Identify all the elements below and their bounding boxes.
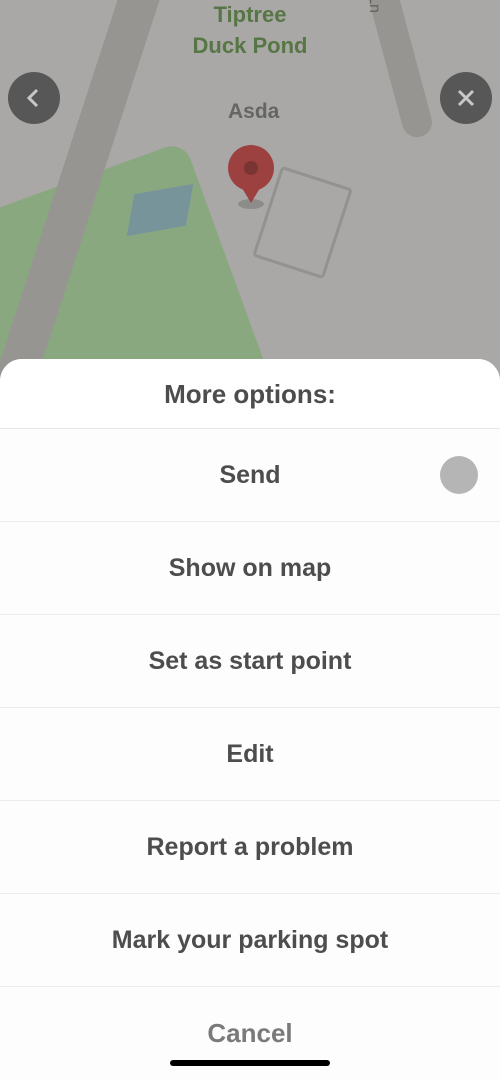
- cancel-button[interactable]: Cancel: [0, 987, 500, 1080]
- cancel-label: Cancel: [207, 1018, 292, 1049]
- sheet-item-report-problem[interactable]: Report a problem: [0, 801, 500, 894]
- sheet-item-mark-parking[interactable]: Mark your parking spot: [0, 894, 500, 987]
- send-badge-icon: [440, 456, 478, 494]
- sheet-item-label: Mark your parking spot: [112, 926, 388, 955]
- sheet-item-label: Report a problem: [147, 833, 354, 862]
- sheet-item-set-start-point[interactable]: Set as start point: [0, 615, 500, 708]
- more-options-sheet: More options: Send Show on map Set as st…: [0, 359, 500, 1080]
- sheet-header: More options:: [0, 359, 500, 429]
- close-button[interactable]: [440, 72, 492, 124]
- sheet-item-show-on-map[interactable]: Show on map: [0, 522, 500, 615]
- close-icon: [454, 86, 478, 110]
- sheet-item-send[interactable]: Send: [0, 429, 500, 522]
- chevron-left-icon: [22, 86, 46, 110]
- back-button[interactable]: [8, 72, 60, 124]
- sheet-item-label: Set as start point: [149, 647, 352, 676]
- sheet-title: More options:: [164, 379, 336, 409]
- sheet-item-label: Edit: [226, 740, 273, 769]
- sheet-item-edit[interactable]: Edit: [0, 708, 500, 801]
- sheet-item-label: Show on map: [169, 554, 332, 583]
- sheet-item-label: Send: [219, 461, 280, 490]
- home-indicator[interactable]: [170, 1060, 330, 1066]
